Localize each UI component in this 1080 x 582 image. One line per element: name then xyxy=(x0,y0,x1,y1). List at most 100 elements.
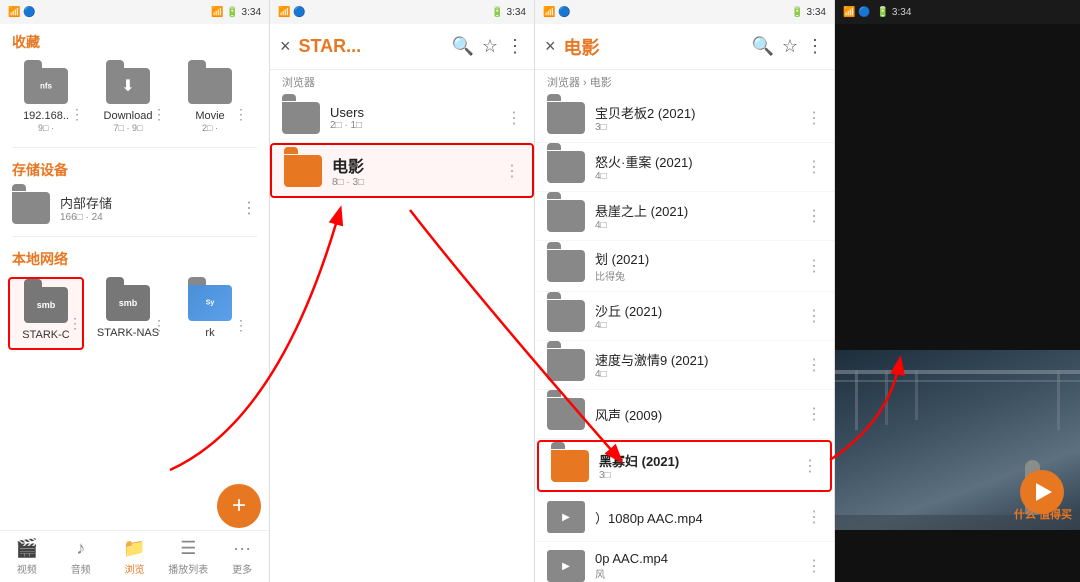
video-signal: 📶 🔵 xyxy=(843,7,871,18)
mp4-2-icon xyxy=(547,550,585,582)
mp4-2-info: 0p AAC.mp4 风 xyxy=(595,551,796,581)
fengsheng-menu[interactable]: ⋮ xyxy=(806,404,822,424)
shaqiu-menu[interactable]: ⋮ xyxy=(806,306,822,326)
section-network: 本地网络 xyxy=(0,241,269,273)
starkc-smb-label: smb xyxy=(37,300,56,310)
time-3: 🔋 3:34 xyxy=(791,7,826,18)
grid-item-movie[interactable]: Movie 2□ · ⋮ xyxy=(172,60,248,139)
mp4-1-menu[interactable]: ⋮ xyxy=(806,507,822,527)
browser-star-icon[interactable]: ☆ xyxy=(482,36,498,57)
add-button[interactable]: + xyxy=(217,484,261,528)
internal-storage-name: 内部存储 xyxy=(60,193,231,212)
video-top-spacer xyxy=(835,24,1080,350)
movies-close-icon[interactable]: × xyxy=(545,36,556,57)
movies-search-icon[interactable]: 🔍 xyxy=(751,36,773,57)
dianying-sub: 8□ · 3□ xyxy=(332,177,494,188)
movie-icon-wrapper xyxy=(187,66,233,106)
nav-video[interactable]: 🎬 视频 xyxy=(0,538,54,576)
users-info: Users 2□ · 1□ xyxy=(330,105,496,131)
dianying-menu[interactable]: ⋮ xyxy=(504,161,520,181)
sudu-name: 速度与激情9 (2021) xyxy=(595,350,796,369)
starknas-menu-icon[interactable]: ⋮ xyxy=(152,317,166,334)
nav-more[interactable]: ··· 更多 xyxy=(215,538,269,576)
starkc-item-name: STARK-C xyxy=(22,329,69,342)
divider-2 xyxy=(12,236,257,237)
users-menu[interactable]: ⋮ xyxy=(506,108,522,128)
mp4-2-name: 0p AAC.mp4 xyxy=(595,551,715,566)
file-item-shaqiu[interactable]: 沙丘 (2021) 4□ ⋮ xyxy=(535,292,834,341)
nav-audio[interactable]: ♪ 音频 xyxy=(54,538,108,576)
internal-storage-info: 内部存储 166□ · 24 xyxy=(60,193,231,223)
file-item-dianying[interactable]: .file-list-item.highlighted .folder-icon… xyxy=(270,143,534,198)
section-storage: 存储设备 xyxy=(0,152,269,184)
nav-audio-label: 音频 xyxy=(71,561,91,576)
browser-search-icon[interactable]: 🔍 xyxy=(451,36,473,57)
shaqiu-info: 沙丘 (2021) 4□ xyxy=(595,301,796,331)
file-item-sudu[interactable]: 速度与激情9 (2021) 4□ ⋮ xyxy=(535,341,834,390)
nfs-folder-icon: nfs xyxy=(24,68,68,104)
heiguafu-menu[interactable]: ⋮ xyxy=(802,456,818,476)
nuhuo-menu[interactable]: ⋮ xyxy=(806,157,822,177)
movies-header: × 电影 🔍 ☆ ⋮ xyxy=(535,24,834,70)
play-triangle-icon xyxy=(1036,483,1052,501)
movie-menu-icon[interactable]: ⋮ xyxy=(234,106,248,123)
movies-title: 电影 xyxy=(564,34,744,60)
sudu-sub: 4□ xyxy=(595,369,796,380)
panel-favorites: 📶 🔵 📶 🔋 3:34 收藏 nfs 192.168.. 9□ · ⋮ ⬇ xyxy=(0,0,270,582)
panel-browser: 📶 🔵 🔋 3:34 × STAR... 🔍 ☆ ⋮ 浏览器 Users 2□ … xyxy=(270,0,535,582)
movies-menu-icon[interactable]: ⋮ xyxy=(806,36,824,57)
nav-playlist[interactable]: ☰ 播放列表 xyxy=(161,538,215,576)
nfs-label: nfs xyxy=(40,82,52,91)
shaqiu-sub: 4□ xyxy=(595,320,796,331)
nuhuo-info: 怒火·重案 (2021) 4□ xyxy=(595,152,796,182)
grid-item-starkc[interactable]: smb STARK-C ⋮ xyxy=(8,277,84,350)
rk-menu-icon[interactable]: ⋮ xyxy=(234,317,248,334)
download-menu-icon[interactable]: ⋮ xyxy=(152,106,166,123)
hua-icon xyxy=(547,250,585,282)
bottom-nav: 🎬 视频 ♪ 音频 📁 浏览 ☰ 播放列表 ··· 更多 xyxy=(0,530,269,582)
file-item-hua[interactable]: 划 (2021) 比得兔 ⋮ xyxy=(535,241,834,292)
internal-storage-item[interactable]: 内部存储 166□ · 24 ⋮ xyxy=(0,184,269,232)
file-item-users[interactable]: Users 2□ · 1□ ⋮ xyxy=(270,94,534,143)
heiguafu-sub: 3□ xyxy=(599,470,792,481)
browser-close-icon[interactable]: × xyxy=(280,36,291,57)
grid-item-nfs[interactable]: nfs 192.168.. 9□ · ⋮ xyxy=(8,60,84,139)
starknas-folder-icon: smb xyxy=(106,285,150,321)
users-name: Users xyxy=(330,105,496,120)
nav-browse-label: 浏览 xyxy=(124,561,144,576)
baobeilaoban-menu[interactable]: ⋮ xyxy=(806,108,822,128)
file-item-mp4-1[interactable]: ）1080p AAC.mp4 ⋮ xyxy=(535,493,834,542)
browser-menu-icon[interactable]: ⋮ xyxy=(506,36,524,57)
mp4-2-menu[interactable]: ⋮ xyxy=(806,556,822,576)
file-item-fengsheng[interactable]: 风声 (2009) ⋮ xyxy=(535,390,834,439)
sudu-icon xyxy=(547,349,585,381)
file-item-nuhuo[interactable]: 怒火·重案 (2021) 4□ ⋮ xyxy=(535,143,834,192)
file-item-xuanya[interactable]: 悬崖之上 (2021) 4□ ⋮ xyxy=(535,192,834,241)
starkc-folder-icon: smb xyxy=(24,287,68,323)
download-arrow-icon: ⬇ xyxy=(121,76,134,96)
add-icon: + xyxy=(232,492,246,520)
baobeilaoban-icon xyxy=(547,102,585,134)
hua-menu[interactable]: ⋮ xyxy=(806,256,822,276)
xuanya-info: 悬崖之上 (2021) 4□ xyxy=(595,201,796,231)
nfs-menu-icon[interactable]: ⋮ xyxy=(70,106,84,123)
file-item-mp4-2[interactable]: 0p AAC.mp4 风 ⋮ xyxy=(535,542,834,582)
file-item-baobeilaoban[interactable]: 宝贝老板2 (2021) 3□ ⋮ xyxy=(535,94,834,143)
grid-item-download[interactable]: ⬇ Download 7□ · 9□ ⋮ xyxy=(90,60,166,139)
grid-item-starknas[interactable]: smb STARK-NAS ⋮ xyxy=(90,277,166,350)
play-button[interactable] xyxy=(1020,470,1064,514)
file-item-heiguafu[interactable]: 黑寡妇 (2021) 3□ ⋮ xyxy=(537,440,832,492)
nfs-item-name: 192.168.. xyxy=(23,110,69,123)
starkc-menu-icon[interactable]: ⋮ xyxy=(68,315,82,332)
movies-star-icon[interactable]: ☆ xyxy=(782,36,798,57)
baobeilaoban-info: 宝贝老板2 (2021) 3□ xyxy=(595,103,796,133)
video-thumbnail xyxy=(835,350,1080,530)
sudu-menu[interactable]: ⋮ xyxy=(806,355,822,375)
nuhuo-name: 怒火·重案 (2021) xyxy=(595,152,796,171)
nav-browse[interactable]: 📁 浏览 xyxy=(108,538,162,576)
xuanya-menu[interactable]: ⋮ xyxy=(806,206,822,226)
grid-item-rk[interactable]: Sy rk ⋮ xyxy=(172,277,248,350)
internal-storage-menu[interactable]: ⋮ xyxy=(241,198,257,218)
status-bar-2: 📶 🔵 🔋 3:34 xyxy=(270,0,534,24)
video-inner: 什么 值得买 xyxy=(835,24,1080,582)
